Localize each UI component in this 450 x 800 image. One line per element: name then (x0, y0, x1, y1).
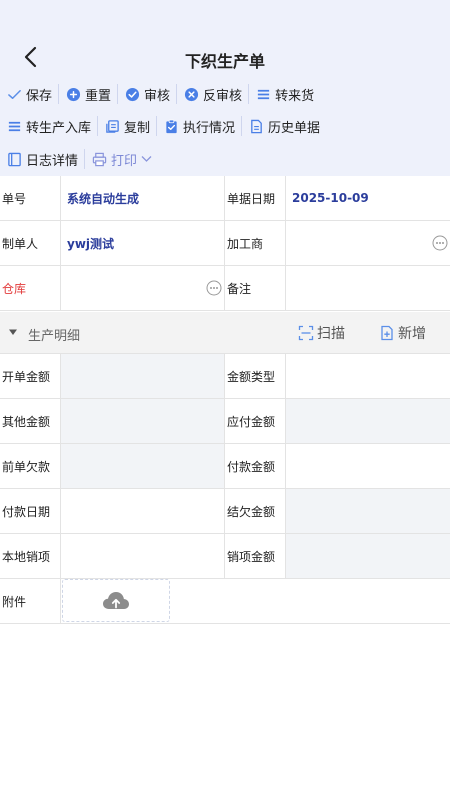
field-label: 加工商 (225, 221, 286, 265)
field-label: 备注 (225, 266, 286, 310)
action-toolbar: 保存 重置 审核 反审核 转来货 转生产入库 复制 执行情况 历史单据 日志详情… (0, 76, 450, 176)
field-label: 制单人 (0, 221, 61, 265)
order-date-field[interactable]: 2025-10-09 (286, 176, 450, 220)
field-label: 其他金额 (0, 399, 61, 443)
field-label: 单号 (0, 176, 61, 220)
form-row: 本地销项 销项金额 (0, 534, 450, 579)
field-label: 单据日期 (225, 176, 286, 220)
toolbar-row-1: 保存 重置 审核 反审核 转来货 (0, 79, 320, 109)
section-title: 生产明细 (28, 329, 81, 344)
pay-amount-input[interactable] (286, 444, 450, 488)
pay-date-field[interactable] (61, 489, 225, 533)
field-label: 结欠金额 (225, 489, 286, 533)
writeoff-amount-value (286, 534, 450, 578)
production-detail-section: 生产明细 扫描 新增 (0, 312, 450, 354)
copy-button[interactable]: 复制 (98, 113, 156, 139)
log-button[interactable]: 日志详情 (0, 146, 84, 172)
field-label: 附件 (0, 579, 61, 623)
caret-down-icon[interactable] (8, 327, 18, 337)
field-label: 本地销项 (0, 534, 61, 578)
check-circle-icon (124, 86, 140, 102)
scan-button[interactable]: 扫描 (298, 322, 345, 344)
field-label: 销项金额 (225, 534, 286, 578)
form-row: 前单欠款 付款金额 (0, 444, 450, 489)
page-title: 下织生产单 (184, 52, 265, 71)
history-button[interactable]: 历史单据 (242, 113, 326, 139)
copy-icon (104, 118, 120, 134)
close-circle-icon (183, 86, 199, 102)
app-header: 下织生产单 (0, 0, 450, 76)
audit-button[interactable]: 审核 (118, 81, 176, 107)
upload-attachment-button[interactable] (62, 579, 170, 622)
form-row: 单号 系统自动生成 单据日期 2025-10-09 (0, 176, 450, 221)
chevron-down-icon (141, 155, 152, 163)
reset-icon (65, 86, 81, 102)
add-button[interactable]: 新增 (379, 322, 426, 344)
to-incoming-button[interactable]: 转来货 (249, 81, 320, 107)
field-label: 应付金额 (225, 399, 286, 443)
document-icon (248, 118, 264, 134)
order-no-value: 系统自动生成 (61, 176, 225, 220)
processor-field[interactable] (286, 221, 450, 265)
field-label: 开单金额 (0, 354, 61, 398)
print-button[interactable]: 打印 (85, 146, 158, 172)
form-row: 开单金额 金额类型 (0, 354, 450, 399)
warehouse-field[interactable] (61, 266, 225, 310)
payable-amount-value (286, 399, 450, 443)
other-amount-value (61, 399, 225, 443)
check-icon (6, 86, 22, 102)
maker-value: ywj测试 (61, 221, 225, 265)
reset-button[interactable]: 重置 (59, 81, 117, 107)
exec-status-button[interactable]: 执行情况 (157, 113, 241, 139)
open-amount-value (61, 354, 225, 398)
form-row: 其他金额 应付金额 (0, 399, 450, 444)
save-button[interactable]: 保存 (0, 81, 58, 107)
amount-type-field[interactable] (286, 354, 450, 398)
unaudit-button[interactable]: 反审核 (177, 81, 248, 107)
field-label: 付款日期 (0, 489, 61, 533)
local-writeoff-field[interactable] (61, 534, 225, 578)
to-stockin-button[interactable]: 转生产入库 (0, 113, 97, 139)
field-label-required: 仓库 (0, 266, 61, 310)
more-options-icon[interactable] (206, 280, 222, 296)
list-icon (6, 118, 22, 134)
field-label: 付款金额 (225, 444, 286, 488)
cloud-upload-icon (103, 591, 129, 609)
toolbar-row-2: 转生产入库 复制 执行情况 历史单据 (0, 111, 326, 141)
scan-icon (298, 325, 314, 341)
add-document-icon (379, 325, 395, 341)
remark-input[interactable] (286, 266, 450, 310)
more-options-icon[interactable] (432, 235, 448, 251)
field-label: 金额类型 (225, 354, 286, 398)
printer-icon (91, 151, 107, 167)
prev-owed-value (61, 444, 225, 488)
log-icon (6, 151, 22, 167)
form-row: 仓库 备注 (0, 266, 450, 311)
toolbar-row-3: 日志详情 打印 (0, 144, 158, 174)
list-icon (255, 86, 271, 102)
field-label: 前单欠款 (0, 444, 61, 488)
settle-owed-value (286, 489, 450, 533)
clipboard-check-icon (163, 118, 179, 134)
form-row: 制单人 ywj测试 加工商 (0, 221, 450, 266)
form-row: 付款日期 结欠金额 (0, 489, 450, 534)
